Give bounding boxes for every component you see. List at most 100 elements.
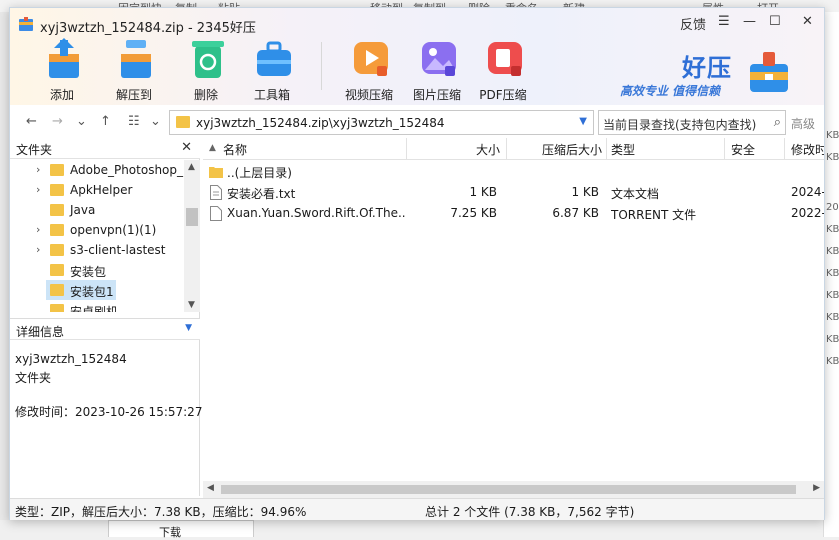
- view-mode-icon[interactable]: ☷: [128, 114, 140, 129]
- back-button[interactable]: ←: [26, 114, 37, 129]
- scrollbar-thumb[interactable]: [221, 485, 796, 494]
- table-row[interactable]: ..(上层目录): [203, 161, 824, 182]
- image-compress-button[interactable]: 图片压缩: [405, 38, 469, 102]
- delete-button[interactable]: 删除: [174, 38, 238, 102]
- menu-icon[interactable]: ☰: [718, 14, 730, 29]
- column-header-modified[interactable]: 修改时: [785, 138, 824, 160]
- folder-icon: [50, 204, 64, 216]
- path-text: xyj3wztzh_152484.zip\xyj3wztzh_152484: [196, 116, 445, 130]
- image-compress-icon: [422, 42, 456, 76]
- status-total-info: 总计 2 个文件 (7.38 KB，7,562 字节): [425, 505, 635, 519]
- column-header-name[interactable]: ▲ 名称: [203, 138, 407, 160]
- bg-right-cell: KB: [826, 130, 839, 141]
- chevron-right-icon[interactable]: ▶: [813, 483, 820, 493]
- bg-right-cell: 20: [826, 202, 839, 213]
- toolbox-button[interactable]: 工具箱: [240, 38, 304, 102]
- column-header-label: 压缩后大小: [541, 143, 602, 157]
- folder-icon: [50, 224, 64, 236]
- file-name: 安装必看.txt: [227, 187, 296, 201]
- tree-item-selected[interactable]: 安装包1: [46, 280, 116, 300]
- brand-name: 好压: [682, 54, 732, 82]
- close-button[interactable]: ✕: [802, 14, 813, 29]
- bg-right-cell: KB: [826, 246, 839, 257]
- table-row[interactable]: Xuan.Yuan.Sword.Rift.Of.The... 7.25 KB 6…: [203, 203, 824, 224]
- bg-right-cell: KB: [826, 312, 839, 323]
- sort-icon: ▲: [209, 143, 216, 153]
- tree-item-label: 安卓刷机: [70, 305, 119, 312]
- toolbox-icon: [257, 41, 291, 76]
- file-icon: [210, 206, 222, 221]
- tree-item[interactable]: Java: [10, 200, 184, 220]
- up-level-button[interactable]: ↑: [100, 114, 111, 129]
- video-compress-label: 视频压缩: [344, 88, 393, 102]
- path-field[interactable]: xyj3wztzh_152484.zip\xyj3wztzh_152484 ▼: [169, 110, 594, 135]
- file-packed-size: 6.87 KB: [552, 206, 599, 220]
- close-icon[interactable]: ✕: [181, 140, 192, 155]
- add-button[interactable]: 添加: [30, 38, 94, 102]
- feedback-button[interactable]: 反馈: [680, 14, 706, 33]
- column-header-security[interactable]: 安全: [725, 138, 785, 160]
- chevron-right-icon[interactable]: ›: [36, 243, 40, 256]
- column-header-type[interactable]: 类型: [607, 138, 725, 160]
- search-input[interactable]: 当前目录查找(支持包内查找) ⌕: [598, 110, 786, 135]
- extract-to-label: 解压到: [115, 88, 152, 102]
- chevron-down-icon[interactable]: ▼: [188, 300, 195, 310]
- folder-icon: [209, 167, 223, 178]
- view-mode-dropdown-icon[interactable]: ⌄: [150, 114, 161, 129]
- tree-item[interactable]: › openvpn(1)(1): [10, 220, 184, 240]
- column-header-size[interactable]: 大小: [407, 138, 507, 160]
- advanced-search-button[interactable]: 高级: [791, 115, 815, 132]
- tree-item[interactable]: › ApkHelper: [10, 180, 184, 200]
- minimize-button[interactable]: —: [743, 14, 756, 29]
- collapse-icon[interactable]: ▼: [185, 323, 192, 333]
- file-type: TORRENT 文件: [611, 208, 697, 222]
- bg-right-cell: KB: [826, 290, 839, 301]
- tree-item[interactable]: 安装包: [10, 260, 184, 280]
- video-compress-button[interactable]: 视频压缩: [337, 38, 401, 102]
- text-file-icon: [210, 185, 222, 200]
- column-header-label: 名称: [223, 143, 248, 157]
- column-header-packed[interactable]: 压缩后大小: [507, 138, 607, 160]
- haozip-window: xyj3wztzh_152484.zip - 2345好压 反馈 ☰ — ☐ ✕…: [9, 7, 825, 520]
- chevron-right-icon[interactable]: ›: [36, 163, 40, 176]
- file-name: ..(上层目录): [227, 166, 292, 180]
- folder-tree-scrollbar[interactable]: ▲ ▼: [184, 160, 200, 312]
- forward-button[interactable]: →: [52, 114, 63, 129]
- chevron-right-icon[interactable]: ›: [36, 183, 40, 196]
- tree-item-label: 安装包: [70, 265, 107, 279]
- delete-label: 删除: [193, 88, 218, 102]
- extract-icon: [121, 40, 151, 78]
- chevron-right-icon[interactable]: ›: [36, 223, 40, 236]
- pdf-compress-button[interactable]: PDF压缩: [471, 38, 535, 102]
- scrollbar-thumb[interactable]: [186, 208, 198, 226]
- recycle-icon: [192, 41, 224, 78]
- details-pane-title: 详细信息: [16, 325, 65, 339]
- bg-right-cell: KB: [826, 224, 839, 235]
- folders-pane-header: 文件夹 ✕: [10, 138, 200, 159]
- chevron-up-icon[interactable]: ▲: [188, 162, 195, 172]
- path-dropdown-icon[interactable]: ▼: [579, 116, 587, 127]
- detail-type: 文件夹: [15, 371, 52, 385]
- background-left-strip: [0, 12, 9, 520]
- tree-item-label: ApkHelper: [70, 183, 133, 197]
- file-packed-size: 1 KB: [571, 185, 599, 199]
- search-icon[interactable]: ⌕: [774, 115, 781, 130]
- file-modified: 2022-: [791, 206, 824, 220]
- extract-to-button[interactable]: 解压到: [102, 38, 166, 102]
- details-pane-header[interactable]: 详细信息 ▼: [10, 318, 200, 340]
- tree-item-label: s3-client-lastest: [70, 243, 166, 257]
- table-row[interactable]: 安装必看.txt 1 KB 1 KB 文本文档 2024-: [203, 182, 824, 203]
- tree-item[interactable]: › s3-client-lastest: [10, 240, 184, 260]
- chevron-left-icon[interactable]: ◀: [207, 483, 214, 493]
- folder-icon: [50, 304, 64, 312]
- bg-right-cell: KB: [826, 356, 839, 367]
- file-name: Xuan.Yuan.Sword.Rift.Of.The...: [227, 206, 405, 220]
- file-list-hscrollbar[interactable]: ◀ ▶: [203, 481, 824, 498]
- bg-downloads-label: 下载: [159, 526, 181, 539]
- tree-item[interactable]: 安卓刷机: [10, 300, 184, 312]
- history-dropdown-icon[interactable]: ⌄: [76, 114, 87, 129]
- tree-item[interactable]: › Adobe_Photoshop_: [10, 160, 184, 180]
- toolbox-label: 工具箱: [253, 88, 290, 102]
- pdf-compress-icon: [488, 42, 522, 76]
- maximize-button[interactable]: ☐: [769, 14, 781, 29]
